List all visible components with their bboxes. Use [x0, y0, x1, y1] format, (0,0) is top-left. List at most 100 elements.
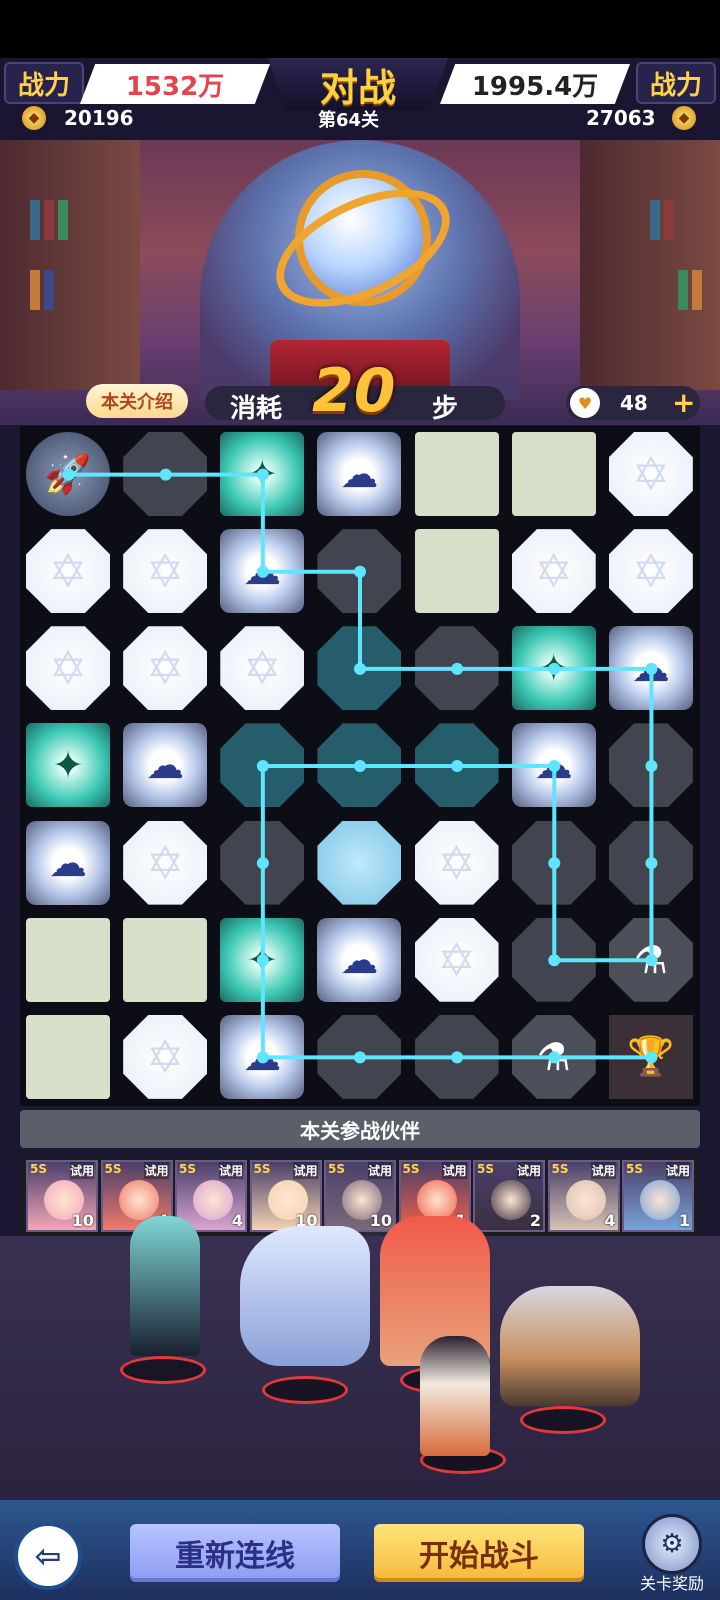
hero-shrine-maiden — [420, 1336, 490, 1456]
empty-tile — [123, 432, 208, 516]
hero-shadow — [520, 1406, 606, 1434]
board-cell[interactable]: ✡ — [506, 523, 602, 619]
board-cell[interactable]: ☁ — [311, 912, 407, 1008]
board-cell[interactable]: ✦ — [20, 717, 116, 813]
rocket-start-tile: 🚀 — [26, 432, 110, 516]
board-cell[interactable] — [603, 717, 699, 813]
moon-stone-tile — [414, 432, 499, 516]
board-cell[interactable]: ✦ — [214, 426, 310, 522]
board-cell[interactable]: ☁ — [506, 717, 602, 813]
cloud-tile: ☁ — [220, 529, 305, 614]
board-cell[interactable]: ☁ — [117, 717, 213, 813]
board-cell[interactable]: ☁ — [311, 426, 407, 522]
level-reward-button[interactable]: ⚙ 关卡奖励 — [636, 1514, 706, 1594]
level-info-bar: 本关介绍 消耗 20 步 ♥ 48 + — [0, 356, 720, 426]
board-cell[interactable]: ✡ — [409, 912, 505, 1008]
steps-value: 20 — [312, 356, 396, 426]
cloud-tile: ☁ — [317, 917, 402, 1002]
board-cell[interactable] — [311, 523, 407, 619]
board-cell[interactable]: ✡ — [409, 815, 505, 911]
partner-grade: 5S — [328, 1162, 345, 1176]
cloud-icon: ☁ — [49, 840, 87, 885]
partner-card[interactable]: 5S 试用 10 — [26, 1160, 98, 1232]
board-cell[interactable]: ☁ — [214, 523, 310, 619]
partner-trial-tag: 试用 — [516, 1162, 541, 1179]
board-cell[interactable] — [603, 815, 699, 911]
whirlwind-icon: ✦ — [246, 937, 279, 982]
puzzle-board[interactable]: 🚀 ✦ ☁ ✡ ✡ ✡ ☁ ✡ ✡ ✡ ✡ ✡ ✦ ☁ ✦ ☁ ☁ ☁ ✡ ✡ ✦ ☁ ✡ ⚗ ✡ ☁ ⚗ 🏆 — [20, 426, 700, 1106]
board-cell[interactable] — [409, 426, 505, 522]
board-cell[interactable]: ☁ — [214, 1009, 310, 1105]
board-cell[interactable]: ✡ — [20, 620, 116, 716]
bottom-action-bar: ⇦ 重新连线 开始战斗 ⚙ 关卡奖励 — [0, 1500, 720, 1600]
board-cell[interactable]: ✡ — [20, 523, 116, 619]
reset-path-button[interactable]: 重新连线 — [130, 1524, 340, 1582]
star-tile: ✡ — [26, 626, 110, 711]
level-intro-button[interactable]: 本关介绍 — [86, 384, 188, 418]
partner-portrait — [193, 1180, 233, 1220]
start-battle-button[interactable]: 开始战斗 — [374, 1524, 584, 1582]
partner-grade: 5S — [104, 1162, 122, 1176]
partner-portrait — [416, 1180, 457, 1220]
board-cell[interactable]: ⚗ — [603, 912, 699, 1008]
right-power-value: 1995.4万 — [440, 64, 630, 104]
star-tile: ✡ — [608, 529, 693, 614]
board-cell[interactable]: ☁ — [603, 620, 699, 716]
board-cell[interactable] — [506, 426, 602, 522]
board-cell[interactable] — [409, 620, 505, 716]
board-cell[interactable]: ✡ — [603, 523, 699, 619]
teal-tile — [220, 723, 305, 808]
partner-portrait — [491, 1180, 531, 1220]
board-cell[interactable] — [214, 815, 310, 911]
star-icon: ✡ — [534, 544, 573, 599]
board-cell[interactable] — [409, 717, 505, 813]
partner-card[interactable]: 5S 试用 4 — [547, 1160, 620, 1232]
board-cell[interactable] — [117, 912, 213, 1008]
trophy-goal-tile: 🏆 — [608, 1014, 693, 1099]
board-cell[interactable]: ✡ — [117, 1009, 213, 1105]
potion-bottle-icon: ⚗ — [536, 1034, 571, 1079]
board-cell[interactable] — [117, 426, 213, 522]
board-cell[interactable] — [311, 717, 407, 813]
partner-level: 4 — [604, 1211, 616, 1230]
ice-tile — [317, 820, 402, 905]
partner-grade: 5S — [551, 1162, 569, 1176]
hero-sorceress — [130, 1216, 200, 1356]
board-cell[interactable]: ✡ — [117, 815, 213, 911]
board-cell[interactable]: ☁ — [20, 815, 116, 911]
board-cell[interactable]: ✡ — [117, 620, 213, 716]
add-energy-button[interactable]: + — [672, 386, 695, 419]
board-cell[interactable]: 🚀 — [20, 426, 116, 522]
board-cell[interactable] — [506, 912, 602, 1008]
board-cell[interactable] — [311, 815, 407, 911]
partner-card[interactable]: 5S 试用 1 — [622, 1160, 694, 1232]
empty-tile — [317, 529, 402, 614]
partner-card[interactable]: 5S 试用 10 — [324, 1160, 396, 1232]
board-cell[interactable] — [506, 815, 602, 911]
whirlwind-tile: ✦ — [220, 917, 305, 1002]
board-cell[interactable]: ✦ — [506, 620, 602, 716]
board-cell[interactable]: ✡ — [214, 620, 310, 716]
energy-value: 48 — [620, 391, 648, 415]
board-cell[interactable]: 🏆 — [603, 1009, 699, 1105]
board-cell[interactable] — [311, 620, 407, 716]
partner-grade: 5S — [253, 1162, 271, 1176]
empty-tile — [608, 723, 693, 808]
cloud-icon: ☁ — [243, 549, 282, 594]
partner-card[interactable]: 5S 试用 2 — [473, 1160, 545, 1232]
board-cell[interactable]: ✦ — [214, 912, 310, 1008]
partner-grade: 5S — [626, 1162, 643, 1176]
board-cell[interactable] — [20, 912, 116, 1008]
bookshelf — [580, 140, 720, 390]
board-cell[interactable] — [409, 1009, 505, 1105]
back-button[interactable]: ⇦ — [14, 1522, 82, 1590]
board-cell[interactable] — [214, 717, 310, 813]
board-cell[interactable] — [20, 1009, 116, 1105]
board-cell[interactable]: ⚗ — [506, 1009, 602, 1105]
board-cell[interactable]: ✡ — [603, 426, 699, 522]
board-cell[interactable] — [311, 1009, 407, 1105]
board-cell[interactable] — [409, 523, 505, 619]
empty-tile — [511, 917, 596, 1002]
board-cell[interactable]: ✡ — [117, 523, 213, 619]
partner-card[interactable]: 5S 试用 10 — [249, 1160, 322, 1232]
